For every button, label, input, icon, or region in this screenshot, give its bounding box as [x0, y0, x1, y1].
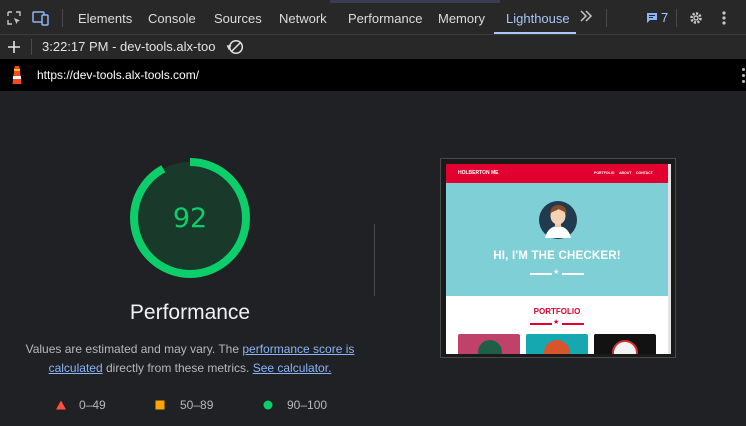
tab-console[interactable]: Console [148, 0, 196, 35]
square-icon [155, 400, 165, 410]
screenshot-page: HOLBERTON ME PORTFOLIO ABOUT CONTACT HI,… [446, 164, 668, 354]
screenshot-scrollbar [668, 164, 671, 354]
issues-count: 7 [661, 10, 669, 25]
category-title: Performance [129, 301, 251, 324]
site-hero: HI, I'M THE CHECKER! ★ [446, 183, 668, 296]
report-url-bar: https://dev-tools.alx-tools.com/ [0, 59, 746, 91]
score-description: Values are estimated and may vary. The p… [20, 340, 360, 378]
legend-range-pass: 90–100 [287, 398, 328, 412]
tab-memory[interactable]: Memory [438, 0, 485, 35]
chevron-double-right-icon[interactable] [578, 8, 594, 28]
message-icon [647, 12, 657, 23]
site-nav-link: CONTACT [636, 171, 653, 175]
legend-range-average: 50–89 [180, 398, 214, 412]
device-toolbar-icon[interactable] [31, 8, 51, 28]
gear-icon[interactable] [686, 8, 706, 28]
legend-pass: 90–100 [262, 397, 327, 413]
lighthouse-logo-icon [7, 65, 27, 85]
vertical-divider [374, 224, 375, 296]
plus-icon[interactable] [4, 37, 24, 57]
portfolio-card [526, 334, 588, 354]
devtools-tab-bar: Elements Console Sources Network Perform… [0, 0, 746, 35]
active-tab-indicator [494, 32, 576, 34]
toolbar-divider [31, 39, 32, 55]
portfolio-card [594, 334, 656, 354]
desc-middle: directly from these metrics. [102, 361, 253, 375]
site-nav-link: PORTFOLIO [594, 171, 615, 175]
page-screenshot-thumbnail[interactable]: HOLBERTON ME PORTFOLIO ABOUT CONTACT HI,… [440, 158, 676, 358]
inspect-element-icon[interactable] [4, 8, 24, 28]
site-hero-title: HI, I'M THE CHECKER! [493, 250, 621, 262]
toolbar-divider [606, 9, 607, 27]
tab-elements[interactable]: Elements [78, 0, 132, 35]
more-options-icon[interactable] [714, 8, 734, 28]
report-menu-icon[interactable] [740, 68, 746, 83]
tab-lighthouse[interactable]: Lighthouse [506, 0, 570, 35]
toolbar-divider [62, 9, 63, 27]
clear-icon[interactable] [226, 37, 246, 57]
legend-average: 50–89 [154, 397, 213, 413]
score-value: 92 [173, 203, 207, 234]
star-divider: ★ [530, 269, 584, 277]
site-brand: HOLBERTON ME [458, 170, 499, 176]
performance-score-gauge: 92 [130, 158, 250, 278]
see-calculator-link[interactable]: See calculator. [253, 361, 332, 375]
tab-network[interactable]: Network [279, 0, 327, 35]
report-select[interactable]: 3:22:17 PM - dev-tools.alx-too ▼ [42, 35, 233, 59]
site-nav-link: ABOUT [619, 171, 632, 175]
issues-counter[interactable]: 7 [646, 10, 668, 25]
site-navbar: HOLBERTON ME PORTFOLIO ABOUT CONTACT [446, 164, 668, 183]
desc-prefix: Values are estimated and may vary. The [25, 342, 243, 356]
triangle-icon [56, 400, 66, 410]
portfolio-star-divider: ★ [530, 319, 584, 327]
report-url: https://dev-tools.alx-tools.com/ [37, 68, 200, 82]
circle-icon [263, 400, 273, 410]
site-portfolio-title: PORTFOLIO [533, 307, 581, 316]
portfolio-card [458, 334, 520, 354]
toolbar-divider [676, 9, 677, 27]
lighthouse-toolbar: 3:22:17 PM - dev-tools.alx-too ▼ [0, 35, 746, 59]
legend-fail: 0–49 [55, 397, 106, 413]
tab-performance[interactable]: Performance [348, 0, 422, 35]
report-select-label: 3:22:17 PM - dev-tools.alx-too [42, 39, 216, 54]
avatar-illustration [539, 201, 577, 239]
tab-sources[interactable]: Sources [214, 0, 262, 35]
legend-range-fail: 0–49 [79, 398, 106, 412]
